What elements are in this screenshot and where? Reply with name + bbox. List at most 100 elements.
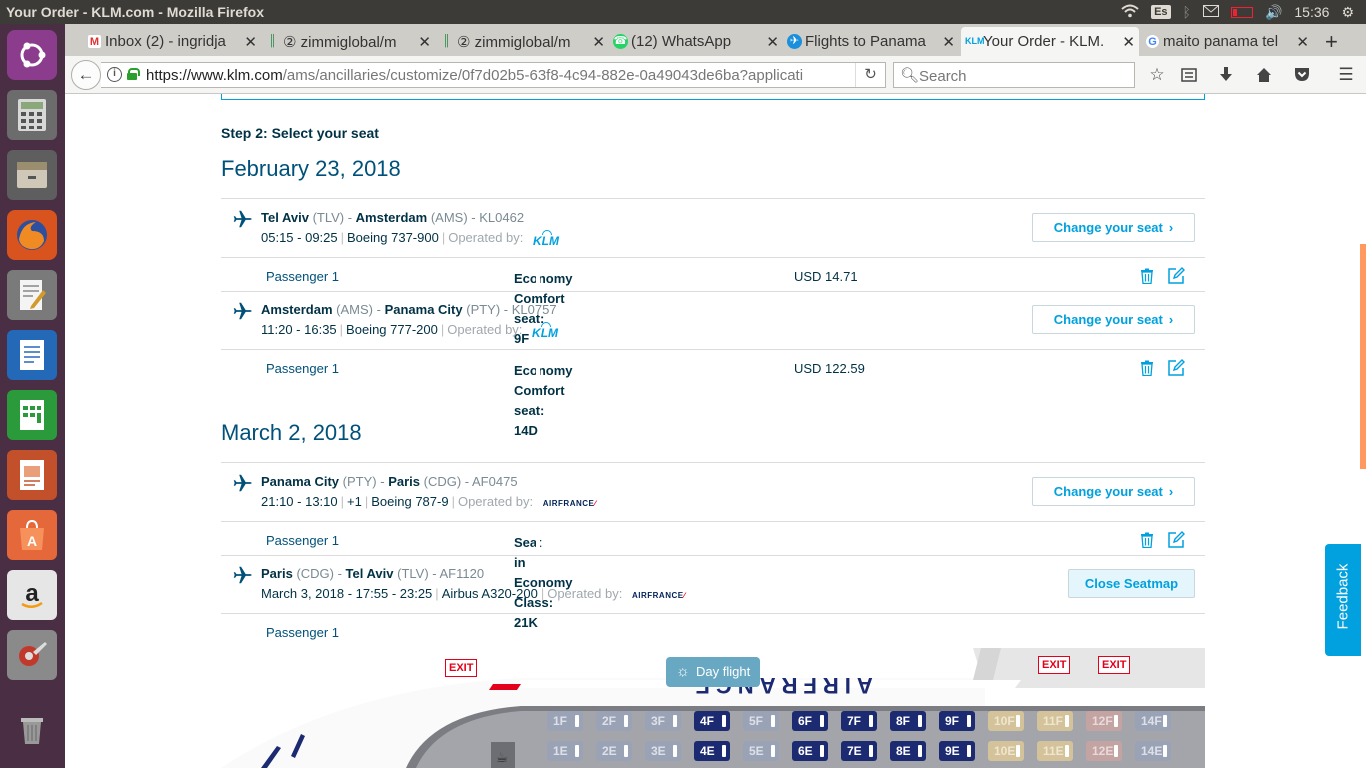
seat-10f: 10F [988, 711, 1024, 731]
search-input[interactable]: 🔍︎ Search [893, 62, 1135, 88]
calculator-icon[interactable] [7, 90, 57, 140]
date-heading: February 23, 2018 [221, 156, 401, 181]
tab-zimmi-1[interactable]: ║ ② zimmiglobal/m ✕ [261, 27, 435, 56]
close-icon[interactable]: ✕ [418, 33, 431, 51]
bookmark-star-icon[interactable]: ☆ [1146, 64, 1168, 86]
seat-2e: 2E [596, 741, 632, 761]
seat-4f[interactable]: 4F [694, 711, 730, 731]
change-seat-button[interactable]: Change your seat › [1032, 477, 1195, 506]
operated-by-label: Operated by: [448, 230, 524, 245]
seat-11f: 11F [1037, 711, 1073, 731]
zimmi-icon: ║ [442, 35, 451, 47]
seat-12e: 12E [1086, 741, 1122, 761]
bluetooth-icon[interactable]: ᛒ [1183, 4, 1191, 20]
seat-9e[interactable]: 9E [939, 741, 975, 761]
button-label: Change your seat [1053, 220, 1163, 235]
pocket-icon[interactable] [1291, 64, 1313, 86]
edit-icon[interactable] [1167, 531, 1185, 549]
origin-code: (PTY) [342, 474, 377, 489]
tab-label: ② zimmiglobal/m [283, 34, 397, 51]
close-icon[interactable]: ✕ [1122, 33, 1135, 51]
origin-code: (TLV) [312, 210, 345, 225]
seat-7e[interactable]: 7E [841, 741, 877, 761]
trash-icon[interactable] [1140, 360, 1154, 376]
date-heading: March 2, 2018 [221, 420, 362, 445]
seat-5f: 5F [743, 711, 779, 731]
seat-8e[interactable]: 8E [890, 741, 926, 761]
download-icon[interactable] [1215, 64, 1237, 86]
tab-gmail[interactable]: M Inbox (2) - ingridja ✕ [83, 27, 261, 56]
exit-sign: EXIT [1038, 656, 1071, 674]
seat-8f[interactable]: 8F [890, 711, 926, 731]
edit-icon[interactable] [1167, 267, 1185, 285]
close-icon[interactable]: ✕ [244, 33, 257, 51]
close-icon[interactable]: ✕ [592, 33, 605, 51]
klm-logo: KLM [532, 322, 560, 340]
close-icon[interactable]: ✕ [1296, 33, 1309, 51]
seat-5e: 5E [743, 741, 779, 761]
seat-6f[interactable]: 6F [792, 711, 828, 731]
lock-icon[interactable] [127, 68, 140, 80]
tab-your-order[interactable]: KLM Your Order - KLM. ✕ [961, 27, 1139, 56]
trash-icon[interactable] [1140, 268, 1154, 284]
new-tab-button[interactable]: + [1319, 27, 1349, 56]
gear-icon[interactable]: ⚙ [1341, 4, 1354, 21]
trash-icon[interactable] [7, 704, 57, 754]
button-label: Change your seat [1053, 484, 1163, 499]
battery-icon[interactable] [1230, 6, 1253, 18]
keyboard-layout-indicator[interactable]: Es [1151, 5, 1171, 19]
seat-4e[interactable]: 4E [694, 741, 730, 761]
carrier-name: AIRFRANCE [631, 591, 684, 600]
menu-icon[interactable]: ☰ [1335, 64, 1357, 86]
reading-list-icon[interactable] [1178, 64, 1200, 86]
change-seat-button[interactable]: Change your seat › [1032, 213, 1195, 242]
text-editor-icon[interactable] [7, 270, 57, 320]
plus-icon: + [1325, 29, 1338, 54]
aircraft-type: Boeing 737-900 [347, 230, 439, 245]
clock[interactable]: 15:36 [1294, 4, 1329, 20]
home-icon[interactable] [1253, 64, 1275, 86]
impress-icon[interactable] [7, 450, 57, 500]
feedback-tab[interactable]: Feedback [1325, 544, 1361, 656]
seat-6e[interactable]: 6E [792, 741, 828, 761]
seat-3f: 3F [645, 711, 681, 731]
seat-1e: 1E [547, 741, 583, 761]
amazon-icon[interactable]: a [7, 570, 57, 620]
tab-whatsapp[interactable]: ☎ (12) WhatsApp ✕ [609, 27, 783, 56]
seat-7f[interactable]: 7F [841, 711, 877, 731]
trash-icon[interactable] [1140, 532, 1154, 548]
back-button[interactable]: ← [71, 60, 101, 90]
close-icon[interactable]: ✕ [766, 33, 779, 51]
software-center-icon[interactable]: A [7, 510, 57, 560]
seat-1f: 1F [547, 711, 583, 731]
chevron-right-icon: › [1168, 220, 1174, 235]
writer-icon[interactable] [7, 330, 57, 380]
edit-icon[interactable] [1167, 359, 1185, 377]
tab-google[interactable]: G maito panama tel ✕ [1141, 27, 1313, 56]
scrollbar-thumb[interactable] [1360, 244, 1366, 469]
passenger-name: Passenger 1 [266, 533, 339, 548]
previous-section-border [221, 94, 1205, 100]
tab-flights-panama[interactable]: ✈ Flights to Panama ✕ [783, 27, 959, 56]
close-seatmap-button[interactable]: Close Seatmap [1068, 569, 1195, 598]
change-seat-button[interactable]: Change your seat › [1032, 305, 1195, 334]
tab-zimmi-2[interactable]: ║ ② zimmiglobal/m ✕ [435, 27, 609, 56]
file-manager-icon[interactable] [7, 150, 57, 200]
ubuntu-dash-icon[interactable] [7, 30, 57, 80]
mail-icon[interactable] [1202, 4, 1219, 20]
close-icon[interactable]: ✕ [942, 33, 955, 51]
system-settings-icon[interactable] [7, 630, 57, 680]
wifi-icon[interactable] [1121, 4, 1139, 21]
url-bar[interactable]: i https://www.klm.com/ams/ancillaries/cu… [101, 62, 886, 88]
reload-icon[interactable]: ↻ [855, 63, 885, 87]
flight-times: March 3, 2018 - 17:55 - 23:25 | Airbus A32… [261, 586, 686, 601]
url-text[interactable]: https://www.klm.com/ams/ancillaries/cust… [146, 67, 851, 84]
firefox-icon[interactable] [7, 210, 57, 260]
info-icon[interactable]: i [107, 67, 122, 82]
tab-label: Your Order - KLM. [983, 33, 1105, 50]
carrier-name: KLM [533, 234, 559, 248]
calc-icon[interactable] [7, 390, 57, 440]
seat-9f[interactable]: 9F [939, 711, 975, 731]
volume-icon[interactable]: 🔊 [1265, 4, 1282, 21]
chevron-right-icon: › [1168, 312, 1174, 327]
